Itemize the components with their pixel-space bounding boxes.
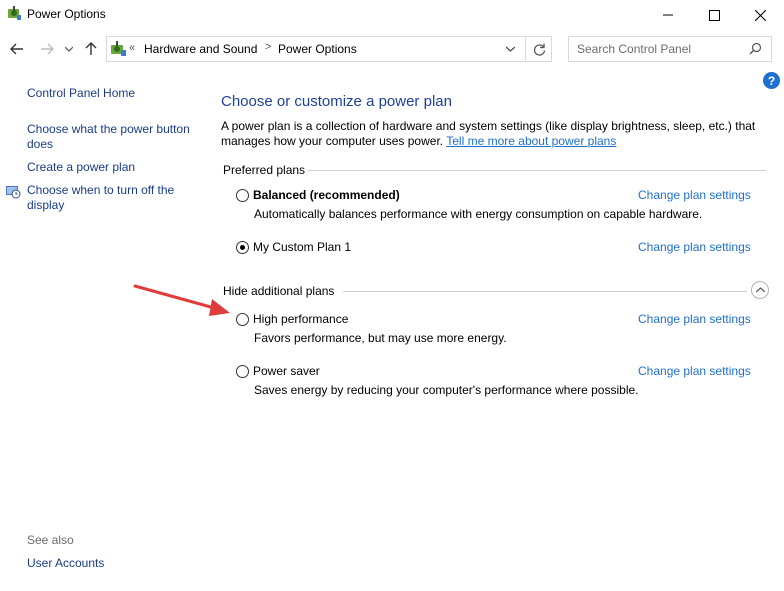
forward-button[interactable] <box>36 40 58 58</box>
radio-balanced[interactable] <box>236 189 249 202</box>
radio-power-saver[interactable] <box>236 365 249 378</box>
sidebar-item-power-button[interactable]: Choose what the power button does <box>27 122 207 152</box>
page-title: Choose or customize a power plan <box>221 93 452 110</box>
sidebar-item-create-plan[interactable]: Create a power plan <box>27 160 135 175</box>
sidebar-item-display-off[interactable]: Choose when to turn off the display <box>27 183 187 213</box>
plan-desc-power-saver: Saves energy by reducing your computer's… <box>254 383 639 397</box>
title-bar: Power Options <box>0 0 784 30</box>
search-input[interactable]: Search Control Panel <box>577 42 691 56</box>
red-arrow-icon <box>133 284 230 316</box>
plan-desc-balanced: Automatically balances performance with … <box>254 207 703 221</box>
see-also-label: See also <box>27 533 74 547</box>
close-button[interactable] <box>737 0 783 30</box>
arrow-up-icon <box>85 42 97 55</box>
help-button[interactable]: ? <box>763 72 780 89</box>
maximize-button[interactable] <box>691 0 737 30</box>
breadcrumb-separator[interactable]: > <box>265 41 271 53</box>
see-also-user-accounts[interactable]: User Accounts <box>27 556 104 571</box>
change-plan-settings-high-performance[interactable]: Change plan settings <box>638 312 751 326</box>
chevron-down-icon <box>65 46 73 52</box>
chevron-up-icon <box>755 287 765 293</box>
radio-custom-plan[interactable] <box>236 241 249 254</box>
window-title: Power Options <box>27 7 106 21</box>
refresh-icon <box>533 43 545 56</box>
divider <box>343 291 747 292</box>
preferred-plans-label: Preferred plans <box>223 163 306 177</box>
display-clock-icon <box>6 186 21 199</box>
radio-high-performance[interactable] <box>236 313 249 326</box>
up-button[interactable] <box>81 40 101 58</box>
page-description: A power plan is a collection of hardware… <box>221 119 761 149</box>
recent-locations-button[interactable] <box>63 42 75 56</box>
hide-additional-plans-label[interactable]: Hide additional plans <box>223 284 334 298</box>
power-options-app-icon <box>8 6 21 20</box>
address-overflow-chevrons[interactable]: « <box>129 42 135 54</box>
address-bar[interactable]: « Hardware and Sound > Power Options <box>106 36 552 62</box>
search-box[interactable]: Search Control Panel <box>568 36 772 62</box>
collapse-plans-button[interactable] <box>751 281 769 299</box>
breadcrumb-hardware-and-sound[interactable]: Hardware and Sound <box>144 42 257 56</box>
close-icon <box>754 9 766 21</box>
plan-name-high-performance[interactable]: High performance <box>253 312 348 326</box>
search-icon[interactable] <box>749 42 762 55</box>
sidebar-control-panel-home[interactable]: Control Panel Home <box>27 86 135 101</box>
arrow-right-icon <box>41 43 54 55</box>
learn-more-link[interactable]: Tell me more about power plans <box>446 134 616 148</box>
maximize-icon <box>708 9 720 21</box>
plan-name-power-saver[interactable]: Power saver <box>253 364 320 378</box>
refresh-button[interactable] <box>525 37 552 61</box>
change-plan-settings-custom[interactable]: Change plan settings <box>638 240 751 254</box>
minimize-icon <box>663 14 673 16</box>
change-plan-settings-balanced[interactable]: Change plan settings <box>638 188 751 202</box>
plan-desc-high-performance: Favors performance, but may use more ene… <box>254 331 507 345</box>
plan-name-custom[interactable]: My Custom Plan 1 <box>253 240 351 254</box>
divider <box>308 170 766 171</box>
change-plan-settings-power-saver[interactable]: Change plan settings <box>638 364 751 378</box>
chevron-down-icon <box>505 46 515 52</box>
address-dropdown-button[interactable] <box>499 37 521 61</box>
minimize-button[interactable] <box>645 0 691 30</box>
breadcrumb-power-options[interactable]: Power Options <box>278 42 357 56</box>
plan-name-balanced[interactable]: Balanced (recommended) <box>253 188 400 202</box>
arrow-left-icon <box>10 43 23 55</box>
control-panel-icon <box>111 41 126 56</box>
back-button[interactable] <box>6 40 28 58</box>
